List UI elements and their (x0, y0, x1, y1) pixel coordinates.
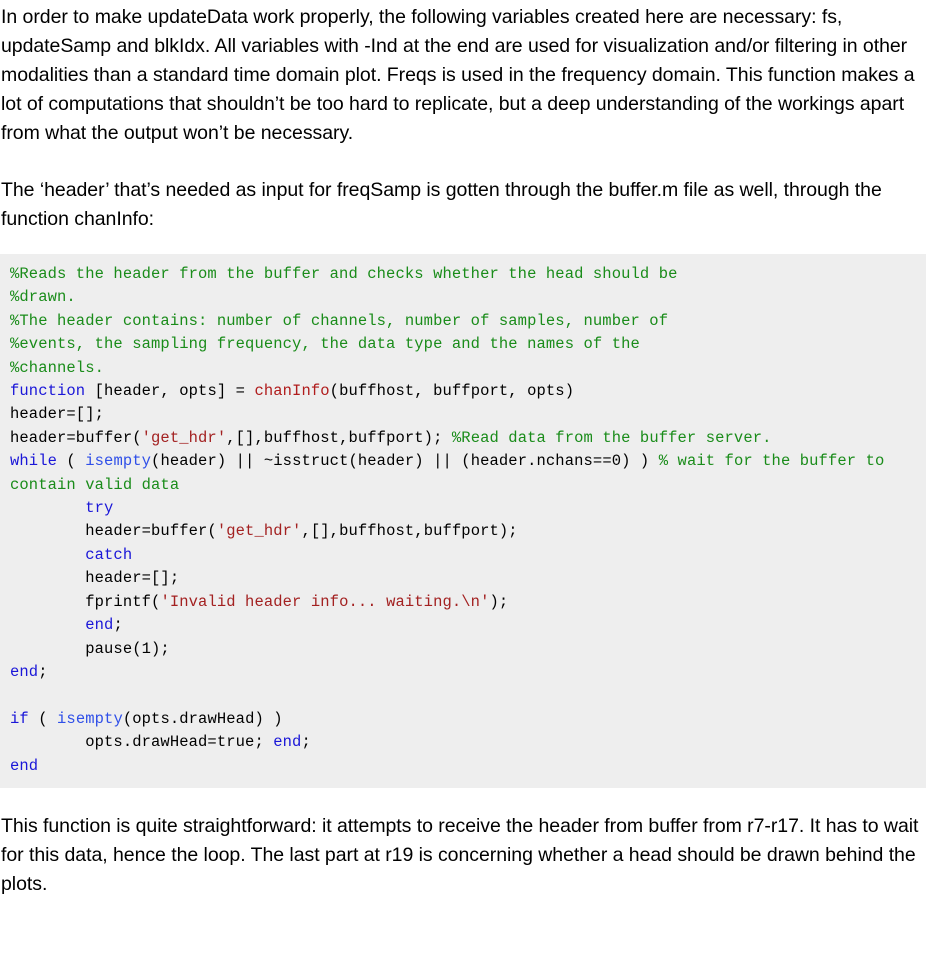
code-line: end; (0, 614, 926, 637)
code-token: if (10, 709, 29, 728)
code-token: ( (57, 452, 86, 471)
code-token: function (10, 382, 86, 401)
code-token: ,[],buffhost,buffport); (301, 522, 518, 541)
code-token: %events, the sampling frequency, the dat… (10, 335, 640, 354)
code-line: try (0, 497, 926, 520)
code-token: %Reads the header from the buffer and ch… (10, 265, 678, 283)
code-line: header=[]; (0, 567, 926, 590)
code-block-spacer-bottom (0, 788, 926, 812)
code-token: 'get_hdr' (216, 522, 302, 541)
code-line: end (0, 755, 926, 778)
code-token: %The header contains: number of channels… (10, 311, 669, 330)
code-token: opts.drawHead=true; (10, 733, 274, 752)
code-line: if ( isempty(opts.drawHead) ) (0, 708, 926, 731)
code-line: %The header contains: number of channels… (0, 310, 926, 333)
code-line: header=buffer('get_hdr',[],buffhost,buff… (0, 427, 926, 450)
code-line: function [header, opts] = chanInfo(buffh… (0, 380, 926, 403)
code-token: isempty (57, 709, 123, 728)
code-token: (opts.drawHead) ) (122, 709, 283, 728)
code-token: ( (28, 709, 58, 728)
code-token: %channels. (10, 358, 105, 377)
code-token: end (85, 616, 114, 635)
code-line: %channels. (0, 357, 926, 380)
code-token: %drawn. (10, 288, 76, 307)
paragraph-header-intro: The ‘header’ that’s needed as input for … (1, 179, 882, 230)
code-token: 'Invalid header info... waiting.\n' (160, 592, 490, 611)
code-token: [header, opts] = (85, 382, 255, 401)
code-line: fprintf('Invalid header info... waiting.… (0, 591, 926, 614)
code-token: ); (489, 592, 509, 611)
code-line: end; (0, 661, 926, 684)
code-token: (buffhost, buffport, opts) (329, 382, 575, 401)
code-block: %Reads the header from the buffer and ch… (0, 254, 926, 788)
code-line: while ( isempty(header) || ~isstruct(hea… (0, 450, 926, 473)
code-line: %events, the sampling frequency, the dat… (0, 333, 926, 356)
code-token: end (10, 662, 39, 681)
code-token: % wait for the buffer to (658, 452, 885, 471)
code-line: %drawn. (0, 286, 926, 309)
code-token: 'get_hdr' (141, 428, 227, 447)
code-token: header=buffer( (10, 428, 142, 447)
code-token: header=[]; (10, 405, 105, 424)
code-token: %Read data from the buffer server. (451, 428, 772, 447)
code-token: isempty (85, 452, 152, 471)
code-token: while (10, 452, 58, 471)
code-token: ,[],buffhost,buffport); (226, 428, 452, 447)
code-line: catch (0, 544, 926, 567)
code-token: ; (301, 733, 311, 752)
code-token: catch (85, 545, 133, 564)
code-line: opts.drawHead=true; end; (0, 731, 926, 754)
code-token: ; (38, 662, 48, 681)
code-token: (header) || ~isstruct(header) || (header… (151, 452, 659, 471)
code-token: contain valid data (10, 475, 180, 494)
code-line: contain valid data (0, 474, 926, 497)
code-line: %Reads the header from the buffer and ch… (0, 263, 926, 286)
code-token: end (273, 733, 302, 752)
code-token: try (85, 499, 114, 518)
code-token: header=buffer( (10, 522, 217, 541)
code-line: header=buffer('get_hdr',[],buffhost,buff… (0, 520, 926, 543)
code-token: fprintf( (10, 592, 161, 611)
paragraph-closing: This function is quite straightforward: … (1, 814, 919, 895)
document-page: In order to make updateData work properl… (0, 0, 926, 899)
code-token: header=[]; (10, 569, 180, 588)
code-line: header=[]; (0, 403, 926, 426)
code-token: end (10, 756, 39, 775)
code-line: pause(1); (0, 638, 926, 661)
code-token: chanInfo (254, 382, 330, 401)
paragraph-intro: In order to make updateData work properl… (1, 6, 915, 144)
code-token: ; (113, 616, 123, 635)
code-token: pause(1); (10, 639, 170, 658)
code-block-spacer-top (0, 234, 926, 254)
